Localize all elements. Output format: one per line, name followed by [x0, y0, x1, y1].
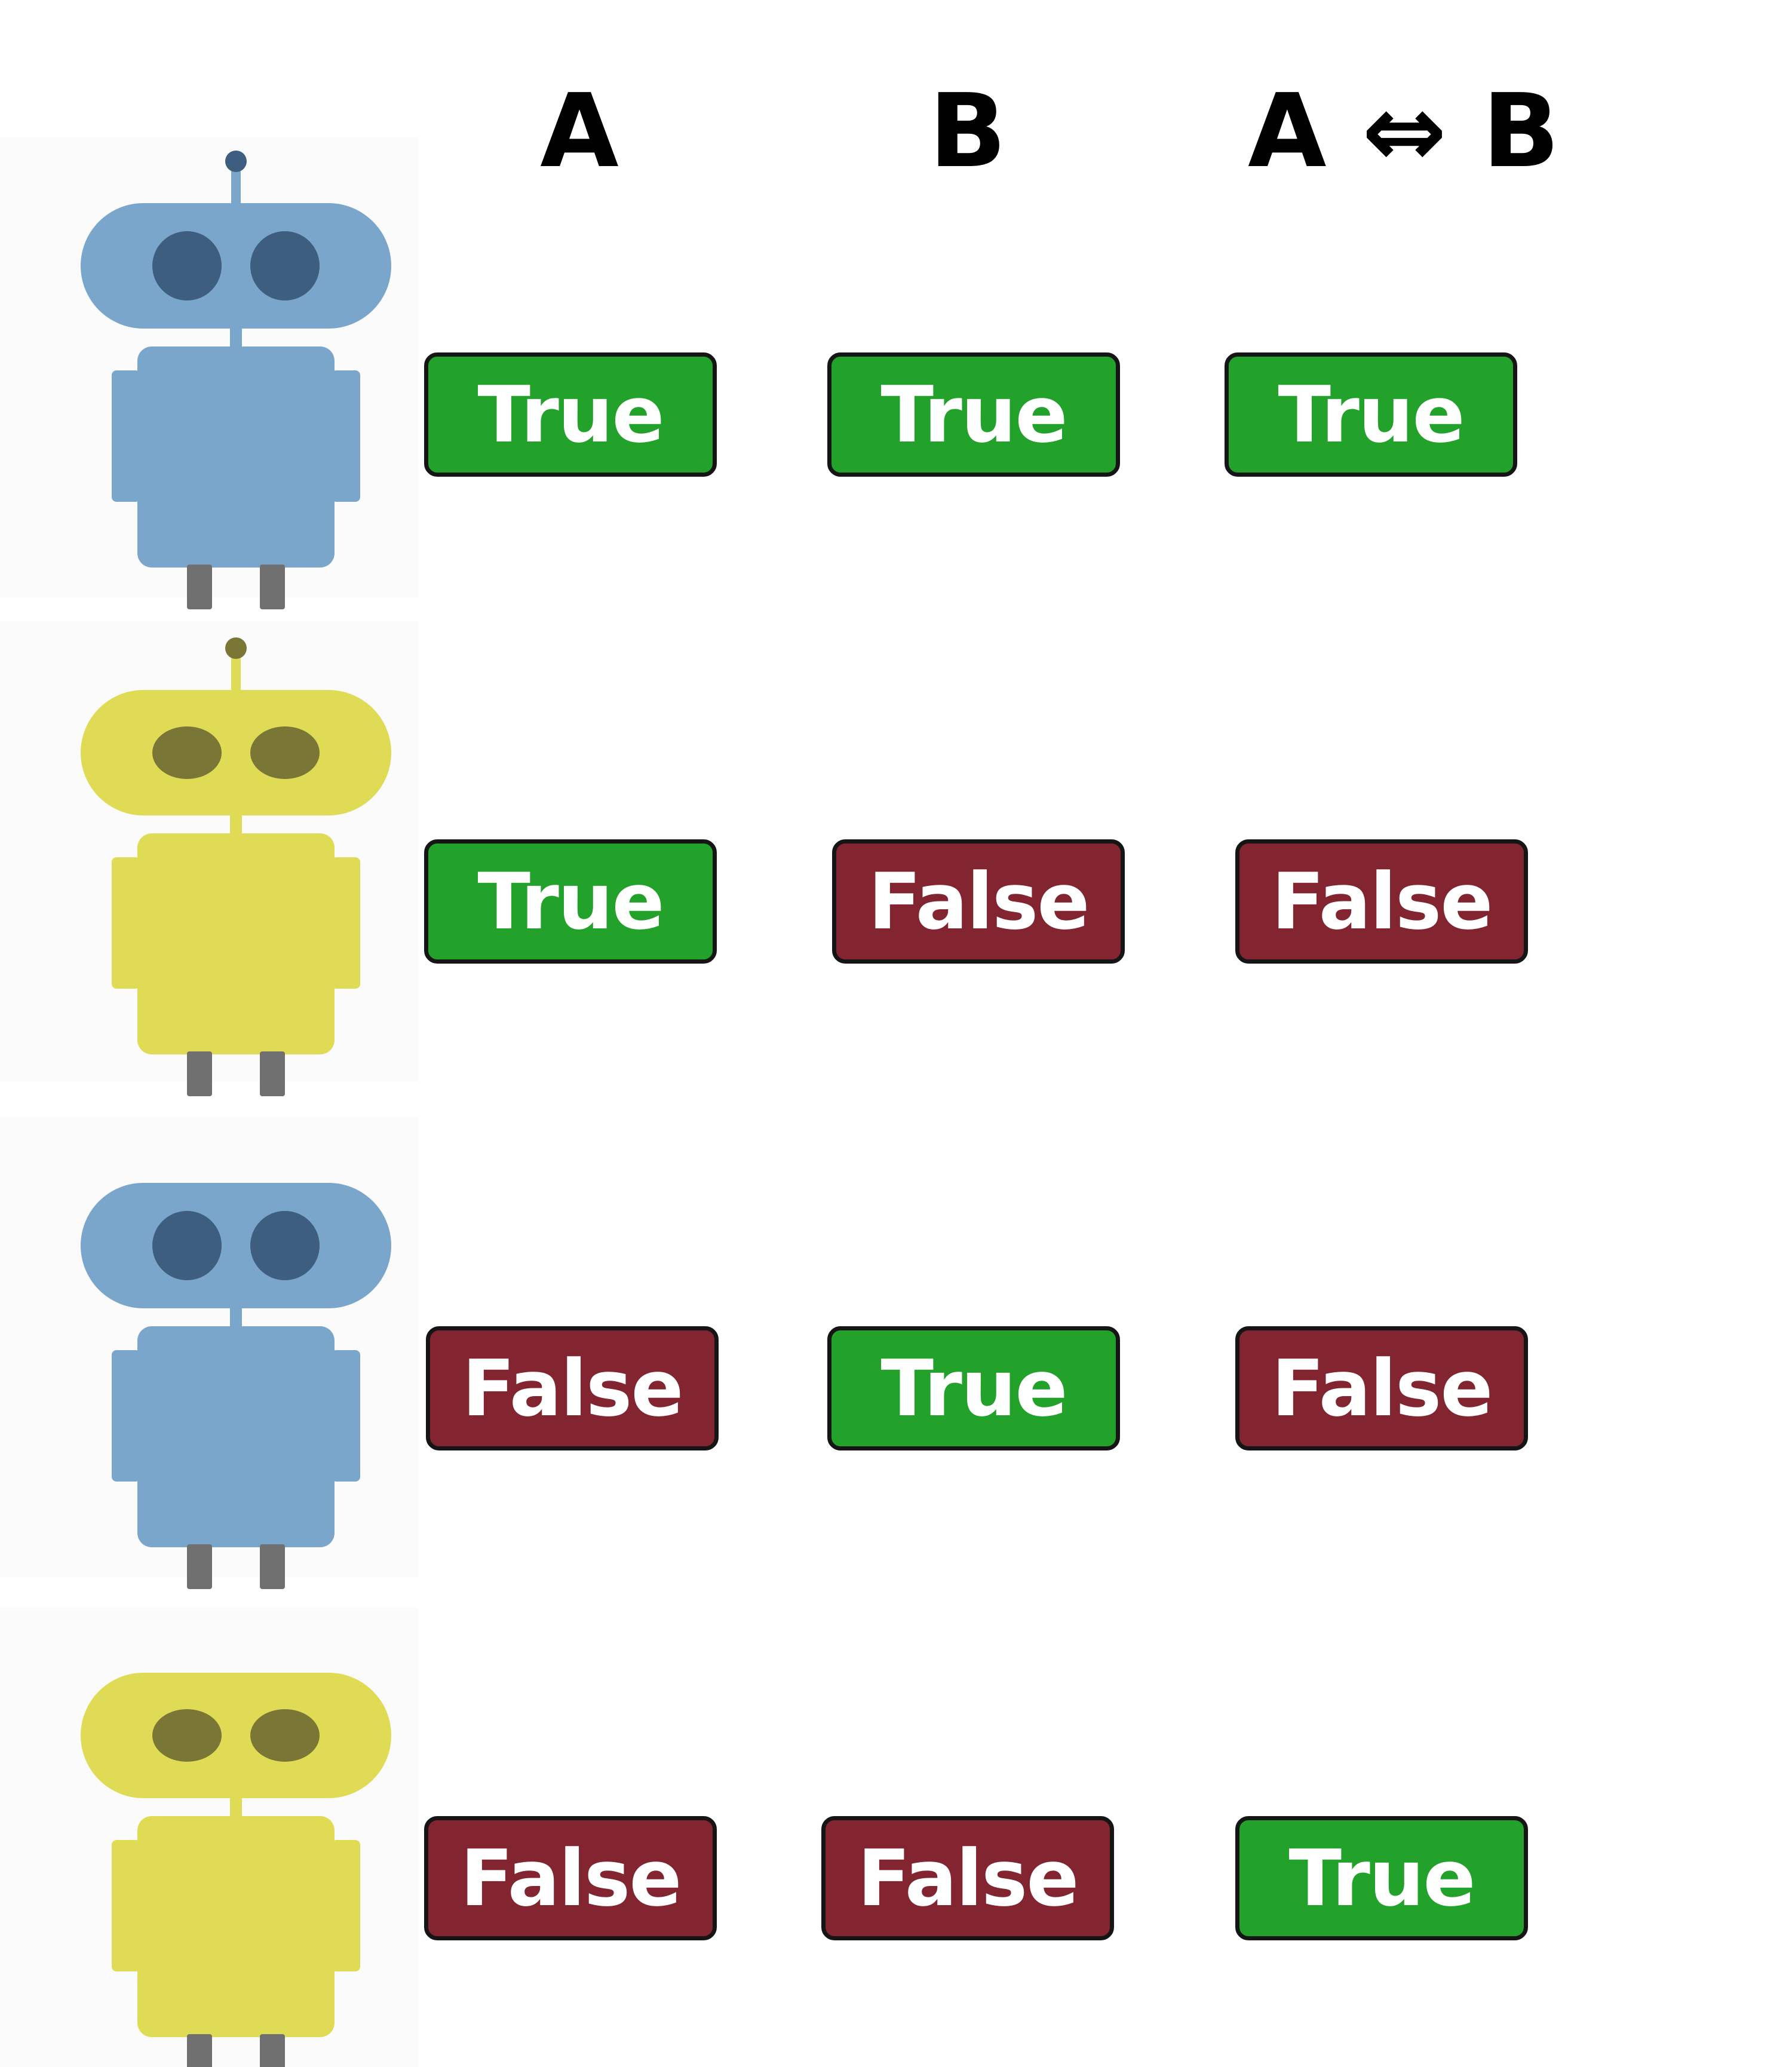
- value-badge-a-row-1: True: [424, 352, 717, 477]
- value-badge-a-iff-b-row-3: False: [1235, 1326, 1528, 1450]
- robot-eye-left: [152, 1709, 222, 1762]
- robot-eye-left: [152, 231, 222, 300]
- robot-arm-right: [332, 857, 360, 989]
- robot-head: [81, 1183, 391, 1308]
- robot-leg-left: [187, 1051, 212, 1096]
- value-badge-b-row-2: False: [832, 839, 1125, 964]
- value-badge-a-row-4: False: [424, 1816, 717, 1940]
- robot-eye-right: [250, 1709, 320, 1762]
- robot-eye-right: [250, 1211, 320, 1280]
- robot-arm-left: [112, 1350, 140, 1482]
- robot-blue-3: [81, 1183, 391, 1589]
- robot-arm-right: [332, 1840, 360, 1971]
- robot-yellow-2: [81, 637, 391, 1096]
- robot-antenna-tip: [225, 637, 247, 659]
- robot-arm-left: [112, 370, 140, 502]
- robot-leg-right: [260, 1544, 285, 1589]
- robot-torso: [137, 346, 335, 568]
- robot-torso: [137, 833, 335, 1054]
- robot-arm-left: [112, 857, 140, 989]
- robot-yellow-4: [81, 1673, 391, 2067]
- column-header-a: A: [540, 72, 619, 191]
- robot-eye-left: [152, 1211, 222, 1280]
- column-header-a-iff-b: A ⇔ B: [1248, 72, 1560, 191]
- value-badge-a-row-3: False: [426, 1326, 719, 1450]
- robot-leg-left: [187, 565, 212, 609]
- value-badge-a-iff-b-row-1: True: [1225, 352, 1517, 477]
- robot-head: [81, 690, 391, 815]
- robot-eye-left: [152, 726, 222, 779]
- robot-eye-right: [250, 726, 320, 779]
- value-badge-b-row-4: False: [821, 1816, 1114, 1940]
- robot-antenna-tip: [225, 151, 247, 172]
- robot-eye-right: [250, 231, 320, 300]
- robot-neck: [230, 812, 242, 836]
- value-badge-b-row-3: True: [827, 1326, 1120, 1450]
- column-header-b: B: [929, 72, 1007, 191]
- robot-blue-1: [81, 151, 391, 609]
- robot-leg-right: [260, 1051, 285, 1096]
- robot-arm-right: [332, 370, 360, 502]
- robot-torso: [137, 1816, 335, 2037]
- value-badge-a-iff-b-row-2: False: [1235, 839, 1528, 964]
- value-badge-a-iff-b-row-4: True: [1235, 1816, 1528, 1940]
- robot-neck: [230, 326, 242, 349]
- robot-neck: [230, 1305, 242, 1329]
- value-badge-b-row-1: True: [827, 352, 1120, 477]
- robot-neck: [230, 1795, 242, 1819]
- robot-head: [81, 203, 391, 329]
- robot-arm-left: [112, 1840, 140, 1971]
- robot-arm-right: [332, 1350, 360, 1482]
- robot-leg-right: [260, 565, 285, 609]
- robot-torso: [137, 1326, 335, 1547]
- value-badge-a-row-2: True: [424, 839, 717, 964]
- robot-leg-left: [187, 2034, 212, 2067]
- robot-leg-left: [187, 1544, 212, 1589]
- robot-head: [81, 1673, 391, 1798]
- robot-leg-right: [260, 2034, 285, 2067]
